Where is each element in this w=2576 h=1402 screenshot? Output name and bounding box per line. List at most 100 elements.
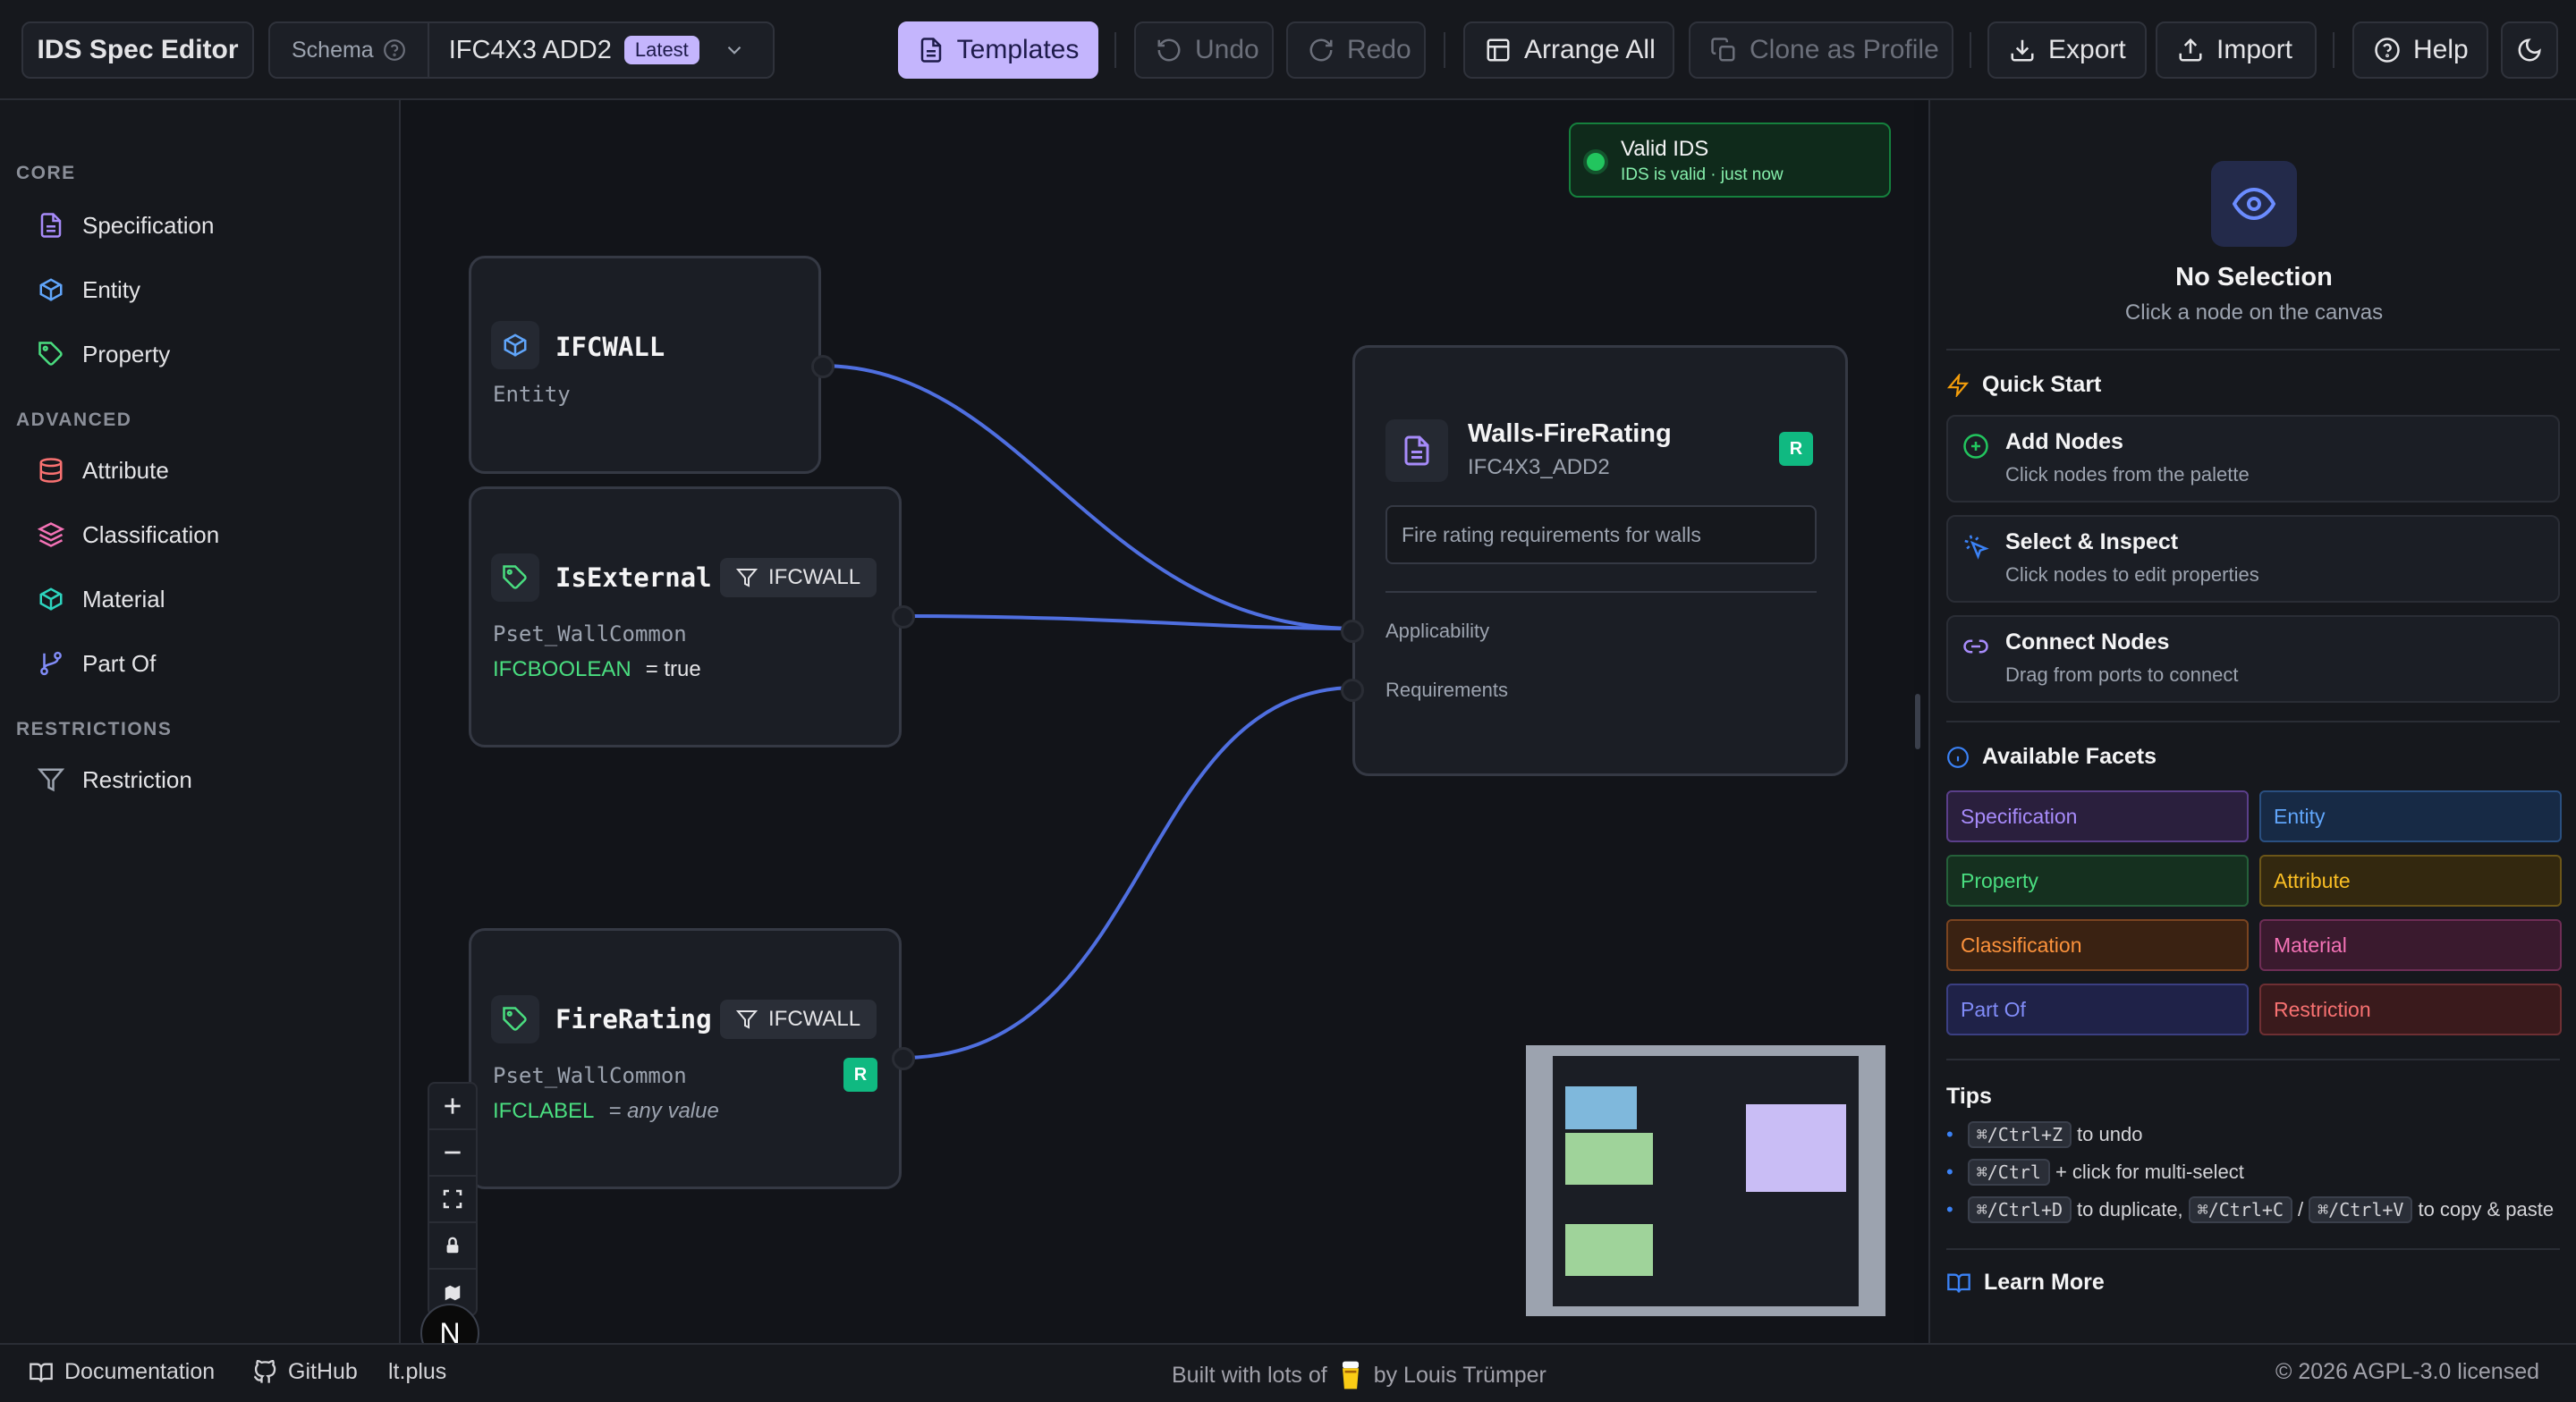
- facet-restriction[interactable]: Restriction: [2259, 984, 2562, 1035]
- redo-button[interactable]: Redo: [1286, 21, 1426, 79]
- output-port[interactable]: [892, 1047, 915, 1070]
- node-specification[interactable]: Walls-FireRating IFC4X3_ADD2 R Fire rati…: [1341, 345, 1848, 776]
- panel-resize-handle[interactable]: [1915, 694, 1920, 749]
- palette-item-classification[interactable]: Classification: [21, 510, 379, 560]
- quick-start-desc: Click nodes to edit properties: [2005, 563, 2259, 586]
- quick-start-title: Connect Nodes: [2005, 629, 2170, 655]
- site-link[interactable]: lt.plus: [388, 1359, 446, 1385]
- fit-view-button[interactable]: [429, 1177, 476, 1223]
- divider: [2333, 32, 2334, 68]
- lock-button[interactable]: [429, 1223, 476, 1270]
- github-link[interactable]: GitHub: [252, 1359, 358, 1385]
- help-circle-icon: [383, 39, 405, 61]
- tips-title: Tips: [1946, 1084, 1992, 1109]
- node-title: IFCWALL: [555, 332, 665, 362]
- quick-start-header: Quick Start: [1946, 372, 2101, 398]
- facet-entity[interactable]: Entity: [2259, 790, 2562, 842]
- theme-toggle-button[interactable]: [2501, 21, 2558, 79]
- facet-material[interactable]: Material: [2259, 919, 2562, 971]
- plus-circle-icon: [1963, 434, 1988, 459]
- learn-more-link[interactable]: Learn More: [1946, 1270, 2105, 1296]
- quick-start-desc: Drag from ports to connect: [2005, 663, 2239, 686]
- link-icon: [1963, 639, 1988, 654]
- quick-start-title: Quick Start: [1982, 372, 2102, 397]
- requirements-port[interactable]: [1341, 679, 1364, 702]
- schema-latest-badge: Latest: [623, 36, 699, 64]
- lock-icon: [446, 1237, 459, 1254]
- undo-label: Undo: [1195, 35, 1259, 64]
- applicability-port[interactable]: [1341, 620, 1364, 643]
- export-button[interactable]: Export: [1987, 21, 2147, 79]
- palette-item-entity[interactable]: Entity: [21, 265, 379, 315]
- palette-label: Classification: [82, 520, 220, 548]
- palette-item-material[interactable]: Material: [21, 574, 379, 624]
- undo-button[interactable]: Undo: [1134, 21, 1274, 79]
- node-isexternal[interactable]: IsExternal IFCWALL Pset_WallCommon IFCBO…: [469, 486, 915, 747]
- footer: Documentation GitHub lt.plus Built with …: [0, 1343, 2576, 1402]
- tip-multiselect: • ⌘/Ctrl + click for multi-select: [1946, 1159, 2244, 1186]
- node-value: = any value: [608, 1099, 719, 1123]
- clone-profile-button[interactable]: Clone as Profile: [1689, 21, 1953, 79]
- quick-start-add-nodes: Add Nodes Click nodes from the palette: [1946, 415, 2560, 503]
- palette-label: Part Of: [82, 649, 157, 677]
- eye-icon: [2233, 187, 2275, 221]
- help-button[interactable]: Help: [2352, 21, 2488, 79]
- schema-label: Schema: [292, 37, 374, 63]
- node-firerating[interactable]: FireRating IFCWALL Pset_WallCommon R IFC…: [469, 928, 915, 1189]
- restriction-chip[interactable]: IFCWALL: [720, 1000, 877, 1039]
- edge-firerating-requirements[interactable]: [901, 686, 1357, 1060]
- palette-item-specification[interactable]: Specification: [21, 200, 379, 250]
- quick-start-select: Select & Inspect Click nodes to edit pro…: [1946, 515, 2560, 603]
- facet-classification[interactable]: Classification: [1946, 919, 2249, 971]
- facet-attribute[interactable]: Attribute: [2259, 855, 2562, 907]
- schema-value: IFC4X3 ADD2: [448, 35, 612, 64]
- restriction-chip[interactable]: IFCWALL: [720, 558, 877, 597]
- graph-canvas[interactable]: Valid IDS IDS is valid · just now IFCWAL…: [401, 100, 1914, 1363]
- fit-view-icon: [443, 1189, 462, 1209]
- node-pset: Pset_WallCommon: [493, 1063, 687, 1088]
- palette-item-property[interactable]: Property: [21, 329, 379, 379]
- facet-property[interactable]: Property: [1946, 855, 2249, 907]
- selection-icon-box: [2211, 161, 2297, 247]
- output-port[interactable]: [892, 605, 915, 629]
- cube-icon: [39, 278, 63, 301]
- minimap[interactable]: [1526, 1045, 1885, 1316]
- divider: [1946, 721, 2560, 722]
- download-icon: [2011, 39, 2034, 62]
- zoom-out-button[interactable]: [429, 1130, 476, 1177]
- divider: [1946, 1248, 2560, 1250]
- import-button[interactable]: Import: [2156, 21, 2317, 79]
- built-suffix: by Louis Trümper: [1373, 1362, 1546, 1388]
- help-label: Help: [2413, 35, 2469, 64]
- kbd-key: ⌘/Ctrl+V: [2309, 1196, 2413, 1223]
- output-port[interactable]: [811, 355, 835, 378]
- license-label: © 2026 AGPL-3.0 licensed: [2275, 1359, 2539, 1384]
- top-toolbar: IDS Spec Editor Schema IFC4X3 ADD2 Lates…: [0, 0, 2576, 100]
- github-icon: [253, 1359, 276, 1383]
- arrange-all-button[interactable]: Arrange All: [1463, 21, 1674, 79]
- spec-description-field[interactable]: Fire rating requirements for walls: [1385, 505, 1817, 564]
- document-icon: [40, 213, 62, 238]
- validation-status[interactable]: Valid IDS IDS is valid · just now: [1569, 122, 1891, 198]
- redo-label: Redo: [1347, 35, 1411, 64]
- node-palette: CORE Specification Entity Property ADVAN…: [0, 100, 401, 1343]
- site-label: lt.plus: [388, 1359, 447, 1384]
- minimap-node-property: [1565, 1133, 1653, 1185]
- tip-text: to undo: [2077, 1123, 2143, 1145]
- documentation-link[interactable]: Documentation: [29, 1359, 215, 1385]
- node-ifcwall[interactable]: IFCWALL Entity: [469, 256, 835, 474]
- tip-duplicate: • ⌘/Ctrl+D to duplicate, ⌘/Ctrl+C / ⌘/Ctrl…: [1946, 1196, 2554, 1223]
- palette-item-part-of[interactable]: Part Of: [21, 638, 379, 688]
- facet-specification[interactable]: Specification: [1946, 790, 2249, 842]
- zoom-in-button[interactable]: [429, 1084, 476, 1130]
- pointer-icon: [1964, 535, 1989, 560]
- info-icon: [1947, 746, 1969, 768]
- divider: [1946, 1059, 2560, 1060]
- schema-selector[interactable]: Schema IFC4X3 ADD2 Latest: [268, 21, 775, 79]
- facet-part-of[interactable]: Part Of: [1946, 984, 2249, 1035]
- palette-item-attribute[interactable]: Attribute: [21, 445, 379, 495]
- upload-icon: [2179, 38, 2202, 62]
- node-title: Walls-FireRating: [1468, 419, 1672, 448]
- templates-button[interactable]: Templates: [898, 21, 1098, 79]
- palette-item-restriction[interactable]: Restriction: [21, 755, 379, 805]
